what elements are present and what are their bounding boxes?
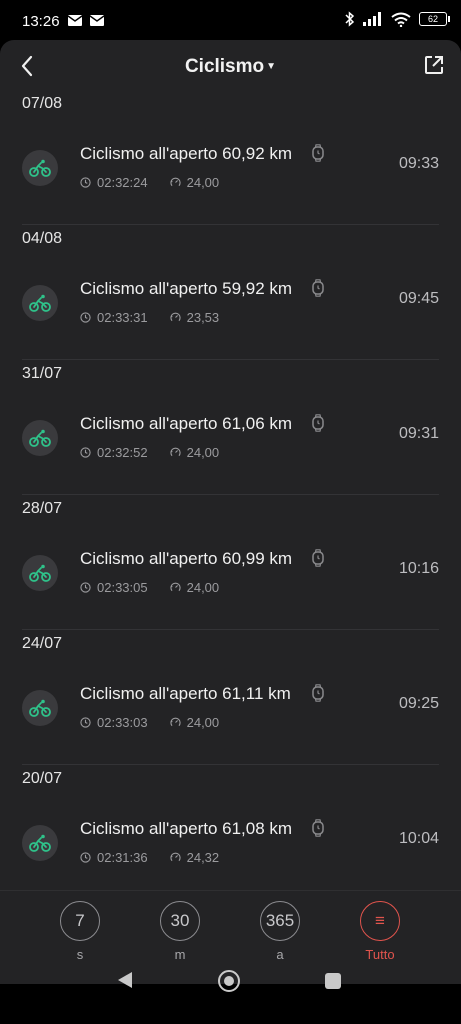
date-header: 31/07 bbox=[22, 365, 63, 382]
activity-duration: 02:33:05 bbox=[97, 580, 148, 595]
tab-month[interactable]: 30 m bbox=[150, 901, 210, 962]
activity-distance: 61,08 km bbox=[222, 819, 293, 838]
date-header: 07/08 bbox=[22, 95, 63, 112]
watch-icon bbox=[312, 819, 324, 837]
activity-row[interactable]: Ciclismo all'aperto 61,11 km 02:33:03 24… bbox=[22, 658, 439, 765]
activity-speed: 24,32 bbox=[186, 850, 220, 865]
date-header: 28/07 bbox=[22, 500, 63, 517]
activity-start-time: 09:45 bbox=[398, 290, 439, 307]
activity-duration: 02:32:52 bbox=[97, 445, 148, 460]
speed-icon bbox=[169, 312, 181, 322]
activity-row[interactable]: Ciclismo all'aperto 59,92 km 02:33:31 23… bbox=[22, 253, 439, 360]
speed-icon bbox=[169, 717, 181, 727]
activity-row[interactable]: Ciclismo all'aperto 60,99 km 02:33:05 24… bbox=[22, 523, 439, 630]
cycling-icon bbox=[22, 420, 58, 456]
activity-duration: 02:32:24 bbox=[97, 175, 148, 190]
dropdown-caret-icon: ▼ bbox=[266, 61, 277, 73]
activity-duration: 02:31:36 bbox=[97, 850, 148, 865]
activity-start-time: 10:16 bbox=[398, 560, 439, 577]
activity-title: Ciclismo all'aperto 61,08 km bbox=[80, 819, 293, 838]
activity-row[interactable]: Ciclismo all'aperto 61,08 km 02:31:36 24… bbox=[22, 793, 439, 900]
activity-stats: 02:32:52 24,00 bbox=[80, 445, 219, 460]
activity-stats: 02:33:31 23,53 bbox=[80, 310, 219, 325]
watch-icon bbox=[312, 684, 324, 702]
activity-row[interactable]: Ciclismo all'aperto 61,06 km 02:32:52 24… bbox=[22, 388, 439, 495]
cycling-icon bbox=[22, 285, 58, 321]
activity-stats: 02:32:24 24,00 bbox=[80, 175, 219, 190]
duration-clock-icon bbox=[80, 447, 91, 458]
duration-clock-icon bbox=[80, 717, 91, 728]
mail-icon bbox=[68, 15, 82, 26]
date-header: 04/08 bbox=[22, 230, 63, 247]
status-bar: 13:26 62 bbox=[0, 0, 461, 40]
activity-duration: 02:33:03 bbox=[97, 715, 148, 730]
activity-distance: 60,92 km bbox=[222, 144, 293, 163]
share-icon[interactable] bbox=[423, 54, 445, 76]
cycling-icon bbox=[22, 555, 58, 591]
sport-type-dropdown[interactable]: Ciclismo ▼ bbox=[0, 56, 461, 78]
activity-speed: 23,53 bbox=[186, 310, 220, 325]
date-header: 24/07 bbox=[22, 635, 63, 652]
activity-stats: 02:33:03 24,00 bbox=[80, 715, 219, 730]
watch-icon bbox=[312, 414, 324, 432]
speed-icon bbox=[169, 852, 181, 862]
activity-title: Ciclismo all'aperto 59,92 km bbox=[80, 279, 293, 298]
nav-back-icon[interactable] bbox=[116, 971, 134, 989]
mail-icon bbox=[90, 15, 104, 26]
watch-icon bbox=[312, 549, 324, 567]
duration-clock-icon bbox=[80, 177, 91, 188]
speed-icon bbox=[169, 177, 181, 187]
watch-icon bbox=[312, 144, 324, 162]
activity-speed: 24,00 bbox=[186, 445, 220, 460]
speed-icon bbox=[169, 582, 181, 592]
activity-title: Ciclismo all'aperto 60,99 km bbox=[80, 549, 293, 568]
activity-stats: 02:31:36 24,32 bbox=[80, 850, 219, 865]
duration-clock-icon bbox=[80, 312, 91, 323]
signal-icon bbox=[363, 12, 381, 26]
system-nav-bar bbox=[0, 970, 461, 1024]
bluetooth-icon bbox=[345, 11, 355, 27]
activity-title: Ciclismo all'aperto 60,92 km bbox=[80, 144, 293, 163]
nav-home-icon[interactable] bbox=[218, 970, 240, 992]
date-header: 20/07 bbox=[22, 770, 63, 787]
wifi-icon bbox=[391, 12, 411, 27]
activity-distance: 59,92 km bbox=[222, 279, 293, 298]
cycling-icon bbox=[22, 690, 58, 726]
cycling-icon bbox=[22, 150, 58, 186]
activity-speed: 24,00 bbox=[186, 175, 220, 190]
duration-clock-icon bbox=[80, 582, 91, 593]
nav-recents-icon[interactable] bbox=[325, 973, 341, 989]
tab-all[interactable]: ≡ Tutto bbox=[350, 901, 410, 962]
list-icon: ≡ bbox=[360, 901, 400, 941]
watch-icon bbox=[312, 279, 324, 297]
duration-clock-icon bbox=[80, 852, 91, 863]
status-time: 13:26 bbox=[22, 13, 60, 30]
tab-week[interactable]: 7 s bbox=[50, 901, 110, 962]
cycling-icon bbox=[22, 825, 58, 861]
tab-year[interactable]: 365 a bbox=[250, 901, 310, 962]
activity-title: Ciclismo all'aperto 61,06 km bbox=[80, 414, 293, 433]
activity-row[interactable]: Ciclismo all'aperto 60,92 km 02:32:24 24… bbox=[22, 118, 439, 225]
activity-start-time: 09:31 bbox=[398, 425, 439, 442]
activity-distance: 61,06 km bbox=[222, 414, 293, 433]
activity-start-time: 10:04 bbox=[398, 830, 439, 847]
activity-list: 07/08 Ciclismo all'aperto 60,92 km 02:32… bbox=[0, 90, 461, 900]
activity-title: Ciclismo all'aperto 61,11 km bbox=[80, 684, 291, 703]
battery-icon: 62 bbox=[419, 12, 450, 26]
activity-start-time: 09:25 bbox=[398, 695, 439, 712]
activity-duration: 02:33:31 bbox=[97, 310, 148, 325]
page-title: Ciclismo bbox=[184, 56, 265, 77]
activity-speed: 24,00 bbox=[186, 580, 220, 595]
activity-stats: 02:33:05 24,00 bbox=[80, 580, 219, 595]
header: Ciclismo ▼ bbox=[0, 40, 461, 96]
activity-start-time: 09:33 bbox=[398, 155, 439, 172]
activity-distance: 61,11 km bbox=[222, 684, 291, 703]
activity-history-screen: Ciclismo ▼ 07/08 Ciclismo all'aperto 60,9… bbox=[0, 40, 461, 984]
activity-distance: 60,99 km bbox=[222, 549, 293, 568]
activity-speed: 24,00 bbox=[186, 715, 220, 730]
system-icons: 62 bbox=[345, 11, 450, 27]
speed-icon bbox=[169, 447, 181, 457]
notification-icons bbox=[68, 15, 104, 26]
